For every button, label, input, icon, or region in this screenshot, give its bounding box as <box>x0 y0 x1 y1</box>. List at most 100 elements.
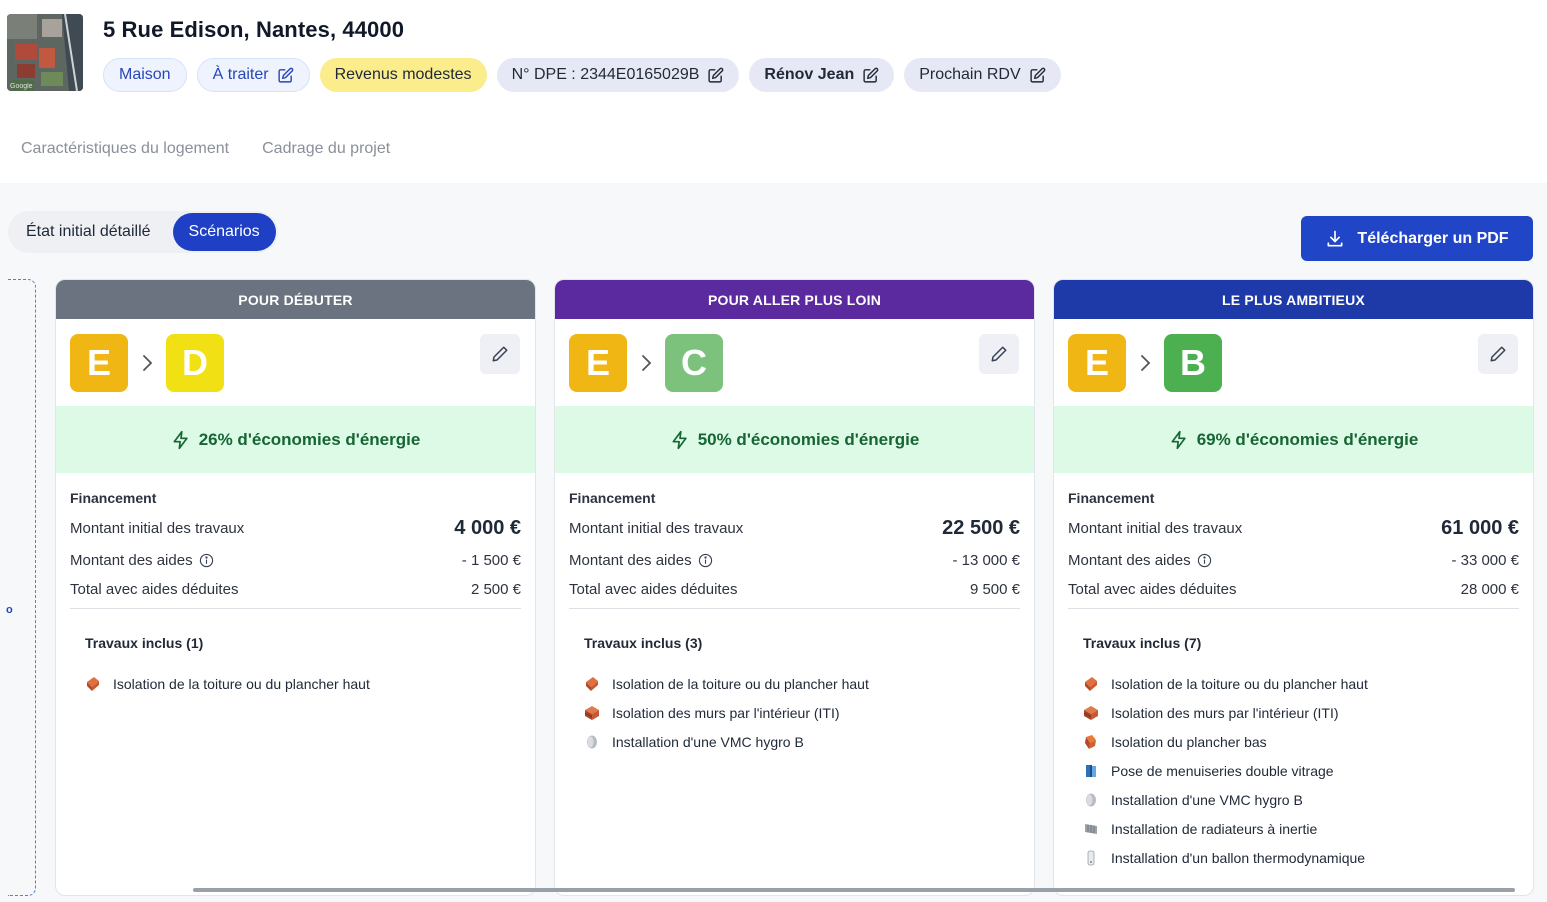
tag-chip[interactable]: À traiter <box>196 58 310 92</box>
pencil-icon <box>991 346 1007 362</box>
work-item: Installation d'un ballon thermodynamique <box>1083 843 1504 872</box>
total-amount-label: Total avec aides déduites <box>569 580 738 598</box>
initial-amount-value: 4 000 € <box>454 516 521 539</box>
total-amount-value: 28 000 € <box>1460 580 1519 598</box>
tag-chip: Maison <box>103 58 187 92</box>
aid-amount-label: Montant des aides <box>569 551 692 569</box>
work-item: Isolation de la toiture ou du plancher h… <box>85 669 506 698</box>
aid-amount-row: Montant des aides - 13 000 € <box>569 550 1020 570</box>
property-thumbnail[interactable]: Google <box>7 14 83 91</box>
energy-savings-label: 26% d'économies d'énergie <box>198 429 421 449</box>
dpe-transition: E B <box>1054 319 1533 406</box>
work-item-label: Isolation du plancher bas <box>1111 733 1267 750</box>
info-icon[interactable] <box>199 553 214 568</box>
info-icon[interactable] <box>1197 553 1212 568</box>
initial-amount-value: 61 000 € <box>1441 516 1519 539</box>
scenario-header: POUR ALLER PLUS LOIN <box>555 280 1034 319</box>
work-item: Installation d'une VMC hygro B <box>1083 785 1504 814</box>
dpe-target-badge: C <box>665 334 723 392</box>
work-item: Pose de menuiseries double vitrage <box>1083 756 1504 785</box>
aid-amount-value: - 13 000 € <box>952 551 1020 569</box>
financing-section: Financement Montant initial des travaux … <box>555 490 1034 609</box>
work-item: Isolation de la toiture ou du plancher h… <box>584 669 1005 698</box>
water-heater-icon <box>1083 850 1099 866</box>
work-item: Installation de radiateurs à inertie <box>1083 814 1504 843</box>
vmc-icon <box>584 734 600 750</box>
work-item-label: Isolation de la toiture ou du plancher h… <box>113 675 370 692</box>
lightning-icon <box>1171 430 1186 449</box>
scenario-header: LE PLUS AMBITIEUX <box>1054 280 1533 319</box>
works-title: Travaux inclus (7) <box>1083 635 1202 651</box>
page-tabs: Caractéristiques du logement Cadrage du … <box>21 140 390 158</box>
horizontal-scrollbar[interactable] <box>193 888 1515 892</box>
info-icon[interactable] <box>698 553 713 568</box>
dpe-target-badge: B <box>1164 334 1222 392</box>
tag-chip[interactable]: Rénov Jean <box>749 58 895 92</box>
thumbnail-watermark: Google <box>10 83 33 90</box>
initial-amount-label: Montant initial des travaux <box>569 519 744 537</box>
financing-title: Financement <box>1068 490 1155 506</box>
tag-chip-label: Revenus modestes <box>334 66 472 83</box>
work-item: Isolation des murs par l'intérieur (ITI) <box>1083 698 1504 727</box>
roof-insulation-icon <box>584 676 600 692</box>
energy-savings: 26% d'économies d'énergie <box>56 406 535 473</box>
work-item-label: Isolation de la toiture ou du plancher h… <box>1111 675 1368 692</box>
work-item-label: Isolation des murs par l'intérieur (ITI) <box>612 704 840 721</box>
total-amount-row: Total avec aides déduites 2 500 € <box>70 579 521 599</box>
financing-section: Financement Montant initial des travaux … <box>1054 490 1533 609</box>
pencil-icon <box>492 346 508 362</box>
aid-amount-label: Montant des aides <box>70 551 193 569</box>
works-list: Isolation de la toiture ou du plancher h… <box>584 669 1005 756</box>
tag-chip[interactable]: N° DPE : 2344E0165029B <box>496 58 740 92</box>
energy-savings: 50% d'économies d'énergie <box>555 406 1034 473</box>
works-list: Isolation de la toiture ou du plancher h… <box>1083 669 1504 872</box>
lightning-icon <box>672 430 687 449</box>
tag-chip[interactable]: Prochain RDV <box>904 58 1061 92</box>
aid-amount-row: Montant des aides - 1 500 € <box>70 550 521 570</box>
vmc-icon <box>1083 792 1099 808</box>
initial-amount-row: Montant initial des travaux 4 000 € <box>70 516 521 540</box>
wall-insulation-icon <box>1083 705 1099 721</box>
chevron-right-icon <box>1141 355 1151 371</box>
radiator-icon <box>1083 821 1099 837</box>
download-icon <box>1327 230 1343 246</box>
dpe-initial-badge: E <box>1068 334 1126 392</box>
window-icon <box>1083 763 1099 779</box>
aid-amount-label: Montant des aides <box>1068 551 1191 569</box>
edit-scenario-button[interactable] <box>979 334 1019 374</box>
tag-chip-label: Rénov Jean <box>764 66 855 83</box>
initial-amount-label: Montant initial des travaux <box>1068 519 1243 537</box>
toggle-etat-initial[interactable]: État initial détaillé <box>8 213 167 251</box>
works-section: Travaux inclus (1) Isolation de la toitu… <box>56 635 535 698</box>
edit-scenario-button[interactable] <box>1478 334 1518 374</box>
tab-caracteristiques[interactable]: Caractéristiques du logement <box>21 140 229 158</box>
toggle-scenarios[interactable]: Scénarios <box>172 213 276 251</box>
pencil-icon <box>1490 346 1506 362</box>
download-pdf-label: Télécharger un PDF <box>1357 229 1509 247</box>
work-item-label: Installation d'une VMC hygro B <box>612 733 804 750</box>
aerial-map-image <box>7 14 83 91</box>
tag-chip-label: N° DPE : 2344E0165029B <box>511 66 700 83</box>
dpe-initial-badge: E <box>70 334 128 392</box>
edit-icon <box>278 67 293 83</box>
total-amount-row: Total avec aides déduites 28 000 € <box>1068 579 1519 599</box>
dpe-initial-badge: E <box>569 334 627 392</box>
view-toggle: État initial détaillé Scénarios <box>8 211 278 253</box>
edit-scenario-button[interactable] <box>480 334 520 374</box>
scenarios-panel: État initial détaillé Scénarios Téléchar… <box>0 183 1547 902</box>
scenario-card: POUR ALLER PLUS LOIN E C 50% d'économies… <box>554 279 1035 896</box>
scenario-card: LE PLUS AMBITIEUX E B 69% d'économies d'… <box>1053 279 1534 896</box>
work-item: Isolation de la toiture ou du plancher h… <box>1083 669 1504 698</box>
property-address: 5 Rue Edison, Nantes, 44000 <box>103 17 405 42</box>
work-item: Isolation du plancher bas <box>1083 727 1504 756</box>
total-amount-label: Total avec aides déduites <box>1068 580 1237 598</box>
add-scenario-column[interactable] <box>8 279 36 896</box>
download-pdf-button[interactable]: Télécharger un PDF <box>1301 216 1533 261</box>
lightning-icon <box>173 430 188 449</box>
tab-cadrage[interactable]: Cadrage du projet <box>262 140 390 158</box>
work-item-label: Isolation des murs par l'intérieur (ITI) <box>1111 704 1339 721</box>
energy-savings: 69% d'économies d'énergie <box>1054 406 1533 473</box>
edit-icon <box>1030 67 1045 83</box>
floor-insulation-icon <box>1083 734 1099 750</box>
edit-icon <box>863 67 879 83</box>
